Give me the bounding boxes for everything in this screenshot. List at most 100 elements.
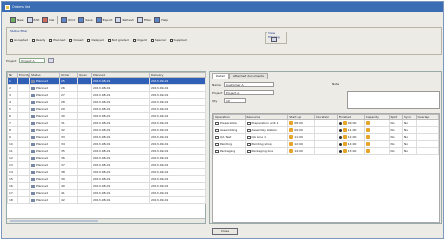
filter-supplied[interactable]: Supplied [169,38,187,42]
table-row[interactable]: 13 Planned 37 2013-08-01 2013-09-01 [7,161,206,169]
tab-detail[interactable]: Detail [212,73,229,79]
item-icon [215,121,219,125]
checkbox[interactable] [69,38,73,42]
table-row[interactable]: 2 Planned 26 2013-08-01 2013-09-01 [7,84,206,92]
table-cell [17,140,30,148]
checkbox[interactable] [49,38,53,42]
table-row[interactable]: QA Test QA Line 1 11:00 12:00 No No [213,133,439,141]
edit-button[interactable]: Edit [26,17,39,23]
cell-text: No [404,135,409,139]
table-row[interactable]: Assembling Assembly station 09:00 11:00 No No [213,126,439,134]
checkbox[interactable] [31,38,35,42]
filter-delayed[interactable]: Delayed [87,38,104,42]
qty-field[interactable]: 10 [224,98,246,103]
table-row[interactable]: Preparation Preparation unit 1 08:00 09:00 N… [213,119,439,127]
checkbox[interactable] [87,38,91,42]
table-row[interactable]: 8 Planned 32 2013-08-01 2013-09-01 [7,126,206,134]
table-row[interactable]: 10 Planned 34 2013-08-01 2013-09-01 [7,140,206,148]
new-icon [10,17,16,23]
scrollbar-thumb[interactable] [10,220,98,222]
tab-attached-documents[interactable]: Attached documents [228,73,268,79]
cell-text: 29 [61,107,65,111]
table-row[interactable]: 16 Planned 40 2013-08-01 2013-09-01 [7,182,206,190]
checkbox[interactable] [169,38,173,42]
clock-icon [289,149,294,153]
table-row[interactable]: 7 Planned 31 2013-08-01 2013-09-01 [7,119,206,127]
filter-ready[interactable]: Ready [31,38,45,42]
table-cell: 2 [7,84,18,92]
table-cell: No [388,119,403,127]
table-row[interactable]: Painting Painting shop 12:00 14:00 No No [213,140,439,148]
cell-text: 2013-08-01 [93,100,111,104]
capacity-icon [365,128,370,132]
project-detail-field[interactable]: Project A [224,90,274,95]
cell-text: 2013-08-01 [93,156,111,160]
filter-closed[interactable]: Closed [69,38,83,42]
status-icon [31,107,35,111]
save-button[interactable]: Save [78,17,93,23]
table-cell [77,196,92,204]
table-row[interactable]: 12 Planned 36 2013-08-01 2013-09-01 [7,154,206,162]
clock-icon [342,135,347,139]
status-icon [31,198,35,202]
table-cell [77,126,92,134]
delete-icon [42,17,49,23]
cell-text: Planned [36,121,49,125]
table-row[interactable]: 4 Planned 28 2013-08-01 2013-09-01 [7,98,206,106]
new-button[interactable]: New [10,17,24,23]
table-row[interactable]: 5 Planned 29 2013-08-01 2013-09-01 [7,105,206,113]
filter-button[interactable]: Filter [136,17,151,23]
checkbox[interactable] [107,38,111,42]
clock-icon [289,142,294,146]
filter-not-graded[interactable]: Not graded [107,38,129,42]
filter-special[interactable]: Special [150,38,166,42]
table-cell: 18 [7,196,18,204]
table-cell [77,112,92,120]
cell-text: 2013-08-01 [93,170,111,174]
table-row[interactable]: 1 Planned 25 2013-08-01 2013-09-01 [7,77,206,85]
cell-text: 13 [9,163,13,167]
cell-text: 12:00 [347,135,357,139]
table-row[interactable]: 6 Planned 30 2013-08-01 2013-09-01 [7,112,206,120]
status-icon [31,177,35,181]
name-field[interactable]: Customer A [224,82,274,87]
help-button[interactable]: Help [154,17,168,23]
cell-text: Packaging line [251,149,274,153]
filter-planned[interactable]: Planned [49,38,65,42]
table-row[interactable]: 11 Planned 35 2013-08-01 2013-09-01 [7,147,206,155]
cell-text: Packaging [220,149,236,153]
table-row[interactable]: 14 Planned 38 2013-08-01 2013-09-01 [7,168,206,176]
delete-button[interactable]: Del [42,17,54,23]
refresh-button[interactable]: Refresh [115,17,134,23]
help-icon [154,17,161,23]
table-row[interactable]: Packaging Packaging line 14:00 15:00 No No [213,147,439,155]
cell-text: 2013-09-01 [151,114,169,118]
table-row[interactable]: 15 Planned 39 2013-08-01 2013-09-01 [7,175,206,183]
table-row[interactable]: 3 Planned 27 2013-08-01 2013-09-01 [7,91,206,99]
note-field[interactable] [347,91,440,109]
horizontal-scrollbar[interactable] [7,218,205,223]
filter-accepted[interactable]: Accepted [10,38,28,42]
column-header[interactable]: Priority [17,72,30,78]
export-button[interactable]: Export [95,17,112,23]
checkbox[interactable] [10,38,13,42]
checkbox[interactable] [150,38,154,42]
view-filter-icon[interactable] [271,37,277,42]
cell-text: 09:00 [347,121,357,125]
table-cell [17,112,30,120]
project-picker-button[interactable] [48,58,55,63]
table-row[interactable]: 18 Planned 42 2013-08-01 2013-09-01 [7,196,206,204]
cell-text: 2013-08-01 [93,142,111,146]
filter-urgent[interactable]: Urgent [132,38,147,42]
project-select[interactable]: Project A [19,58,46,63]
cell-text: No [404,142,409,146]
table-row[interactable]: 17 Planned 41 2013-08-01 2013-09-01 [7,189,206,197]
table-row[interactable]: 9 Planned 33 2013-08-01 2013-09-01 [7,133,206,141]
cell-text: Preparation [220,121,238,125]
table-cell: 39 [59,175,78,183]
cell-text: 18 [9,198,13,202]
checkbox[interactable] [132,38,136,42]
clock-icon [289,121,294,125]
print-button[interactable]: Print [61,17,75,23]
close-button[interactable]: Close [212,228,238,235]
